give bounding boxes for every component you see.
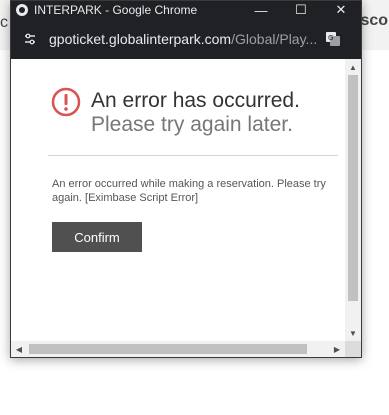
popup-window: INTERPARK - Google Chrome — ☐ ✕ gpoticke… [10, 0, 362, 358]
url-domain: gpoticket.globalinterpark.com [49, 31, 232, 47]
scroll-up-arrow-icon[interactable]: ▲ [345, 59, 361, 75]
error-subtitle: Please try again later. [91, 113, 293, 136]
divider [48, 155, 338, 156]
translate-icon[interactable]: G [325, 31, 341, 47]
error-message: An error occurred while making a reserva… [52, 178, 326, 204]
vertical-scroll-thumb[interactable] [348, 75, 358, 301]
page-content: An error has occurred. Please try again … [11, 59, 345, 341]
title-bar[interactable]: INTERPARK - Google Chrome — ☐ ✕ [11, 1, 361, 19]
close-button[interactable]: ✕ [321, 1, 361, 19]
horizontal-scroll-thumb[interactable] [29, 344, 307, 354]
maximize-button[interactable]: ☐ [281, 1, 321, 19]
svg-text:G: G [328, 34, 333, 42]
error-header: An error has occurred. Please try again … [51, 87, 300, 137]
scroll-right-arrow-icon[interactable]: ▶ [329, 341, 345, 357]
scroll-down-arrow-icon[interactable]: ▼ [345, 325, 361, 341]
chrome-icon [16, 4, 28, 16]
confirm-button[interactable]: Confirm [52, 222, 142, 252]
scrollbar-corner [345, 341, 361, 357]
site-info-icon[interactable] [19, 28, 41, 50]
horizontal-scrollbar[interactable]: ◀ ▶ [11, 341, 345, 357]
background-text-left: c [0, 14, 8, 31]
url-path: /Global/Play... [231, 31, 318, 47]
vertical-scrollbar[interactable]: ▲ ▼ [345, 59, 361, 341]
window-controls: — ☐ ✕ [241, 1, 361, 19]
scroll-left-arrow-icon[interactable]: ◀ [11, 341, 27, 357]
background-bottom [0, 358, 389, 415]
error-title: An error has occurred. [91, 89, 300, 112]
window-title: INTERPARK - Google Chrome [34, 3, 198, 17]
minimize-button[interactable]: — [241, 1, 281, 19]
error-icon [51, 87, 81, 117]
url-text[interactable]: gpoticket.globalinterpark.com/Global/Pla… [49, 31, 319, 47]
address-bar: gpoticket.globalinterpark.com/Global/Pla… [11, 19, 361, 59]
